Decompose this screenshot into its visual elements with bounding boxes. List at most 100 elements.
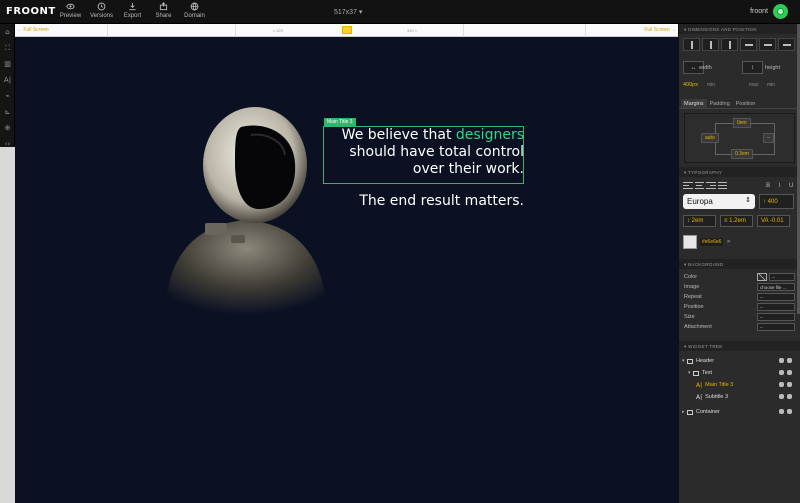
trash-icon[interactable]	[787, 394, 792, 399]
tab-position[interactable]: Position	[733, 99, 759, 108]
full-screen-left[interactable]: ← Full Screen	[17, 27, 49, 33]
columns-tool-icon[interactable]: ▥	[0, 56, 15, 72]
visibility-icon[interactable]	[779, 394, 784, 399]
width-min[interactable]: min	[707, 82, 715, 88]
nav-versions[interactable]: Versions	[86, 2, 117, 19]
bg-image-file-input[interactable]: choose file ...	[757, 283, 795, 291]
headline-start: We believe that	[341, 127, 456, 143]
background-title: BACKGROUND	[688, 262, 724, 267]
tree-item-actions	[779, 370, 792, 375]
bg-position-select[interactable]: --	[757, 303, 795, 311]
text-color-swatch[interactable]	[683, 235, 697, 249]
underline-button[interactable]: U	[786, 183, 796, 189]
bg-size-select[interactable]: --	[757, 313, 795, 321]
subtitle[interactable]: The end result matters.	[324, 193, 524, 209]
margin-bottom[interactable]: 0.3em	[731, 149, 753, 159]
text-align-right-icon[interactable]	[706, 182, 716, 189]
tree-item-actions	[779, 409, 792, 414]
align-right-button[interactable]	[721, 38, 738, 51]
container-tool-icon[interactable]: ⛶	[0, 40, 15, 56]
margin-right[interactable]: --	[763, 133, 775, 143]
main-title[interactable]: We believe that designers should have to…	[324, 127, 524, 178]
line-height-input[interactable]: ≡ 1.2em	[720, 215, 753, 227]
italic-button[interactable]: I	[775, 183, 785, 189]
dimensions-header[interactable]: ▾ DIMENSIONS AND POSITION	[679, 24, 800, 34]
avatar[interactable]	[773, 4, 788, 19]
download-icon	[129, 2, 136, 11]
clear-color-icon[interactable]: ✕	[726, 239, 730, 245]
font-size-input[interactable]: ↕ 2em	[683, 215, 716, 227]
add-tool-icon[interactable]: ⊕	[0, 120, 15, 136]
tree-item-container[interactable]: ▸ Container	[682, 406, 797, 418]
tree-item-label: Subtitle 3	[705, 394, 729, 400]
tree-item-label: Container	[696, 409, 720, 415]
text-align-center-icon[interactable]	[694, 182, 705, 189]
trash-icon[interactable]	[787, 409, 792, 414]
width-value[interactable]: 400px	[683, 82, 698, 88]
box-model-editor: 0em auto -- 0.3em	[684, 113, 795, 163]
height-max[interactable]: max	[749, 82, 758, 88]
letter-spacing-input[interactable]: VA -0.01	[757, 215, 790, 227]
trash-icon[interactable]	[787, 382, 792, 387]
nav-export[interactable]: Export	[117, 2, 148, 19]
align-top-button[interactable]	[740, 38, 757, 51]
trash-icon[interactable]	[787, 358, 792, 363]
design-canvas[interactable]: Main Title 3 We believe that designers s…	[15, 37, 678, 503]
widget-tree-header[interactable]: ▾ WIDGET TREE	[679, 341, 800, 351]
bg-repeat-label: Repeat	[684, 294, 702, 300]
typography-header[interactable]: ▾ TYPOGRAPHY	[679, 167, 800, 177]
trash-icon[interactable]	[787, 370, 792, 375]
align-center-button[interactable]	[702, 38, 719, 51]
home-tool-icon[interactable]: ⌂	[0, 24, 15, 40]
visibility-icon[interactable]	[779, 358, 784, 363]
text-tool-icon[interactable]: A|	[0, 72, 15, 88]
avatar-face-icon	[777, 8, 784, 15]
visibility-icon[interactable]	[779, 409, 784, 414]
text-justify-icon[interactable]	[717, 182, 728, 189]
nav-share[interactable]: Share	[148, 2, 179, 19]
text-color-hex[interactable]: #e6e6e6	[700, 238, 724, 246]
selection-tag[interactable]: Main Title 3	[324, 118, 356, 126]
full-screen-right[interactable]: Full Screen →	[644, 27, 676, 33]
height-label: height	[765, 65, 780, 71]
width-height-controls: ↔ width ↕ height 400px min max min	[679, 55, 800, 99]
tab-margins[interactable]: Margins	[681, 99, 707, 108]
bg-attachment-label: Attachment	[684, 324, 712, 330]
font-family-select[interactable]: Europa ⇕	[683, 194, 755, 209]
dimensions-title: DIMENSIONS AND POSITION	[688, 27, 757, 32]
tree-item-header[interactable]: ▾ Header	[682, 355, 797, 367]
visibility-icon[interactable]	[779, 382, 784, 387]
tree-item-main-title[interactable]: A| Main Title 3	[682, 379, 797, 391]
shape-tool-icon[interactable]: ⊾	[0, 104, 15, 120]
tree-item-text[interactable]: ▾ Text	[682, 367, 797, 379]
viewport-size-select[interactable]: 517x37 ▾	[334, 8, 362, 16]
nav-preview[interactable]: Preview	[55, 2, 86, 19]
visibility-icon[interactable]	[779, 370, 784, 375]
image-tool-icon[interactable]: ⌁	[0, 88, 15, 104]
align-middle-button[interactable]	[759, 38, 776, 51]
tab-padding[interactable]: Padding	[707, 99, 733, 108]
align-bottom-button[interactable]	[778, 38, 795, 51]
breakpoint-ruler[interactable]: ← Full Screen ≈ 320 320 ≈ Full Screen →	[15, 24, 678, 37]
bg-repeat-select[interactable]: --	[757, 293, 795, 301]
background-header[interactable]: ▾ BACKGROUND	[679, 259, 800, 269]
nav-domain[interactable]: Domain	[179, 2, 210, 19]
tree-item-subtitle[interactable]: A| Subtitle 3	[682, 391, 797, 403]
height-min[interactable]: min	[767, 82, 775, 88]
astronaut-image[interactable]	[155, 105, 335, 315]
container-icon	[687, 358, 693, 364]
monitor-icon[interactable]	[342, 26, 352, 34]
bg-attachment-select[interactable]: --	[757, 323, 795, 331]
font-weight-input[interactable]: ↑ 400	[759, 194, 794, 209]
text-align-left-icon[interactable]	[683, 182, 693, 189]
margin-top[interactable]: 0em	[733, 118, 751, 128]
bold-button[interactable]: B	[763, 183, 773, 189]
align-left-button[interactable]	[683, 38, 700, 51]
left-toolbar: ⌂ ⛶ ▥ A| ⌁ ⊾ ⊕ ‹›	[0, 24, 15, 148]
margin-left[interactable]: auto	[701, 133, 719, 143]
properties-panel: ▾ DIMENSIONS AND POSITION ↔ width ↕ heig…	[678, 24, 800, 503]
globe-icon	[190, 2, 199, 11]
user-name[interactable]: froont	[750, 8, 768, 15]
bg-color-control[interactable]: --	[757, 273, 795, 281]
font-row: Europa ⇕ ↑ 400	[679, 192, 800, 211]
